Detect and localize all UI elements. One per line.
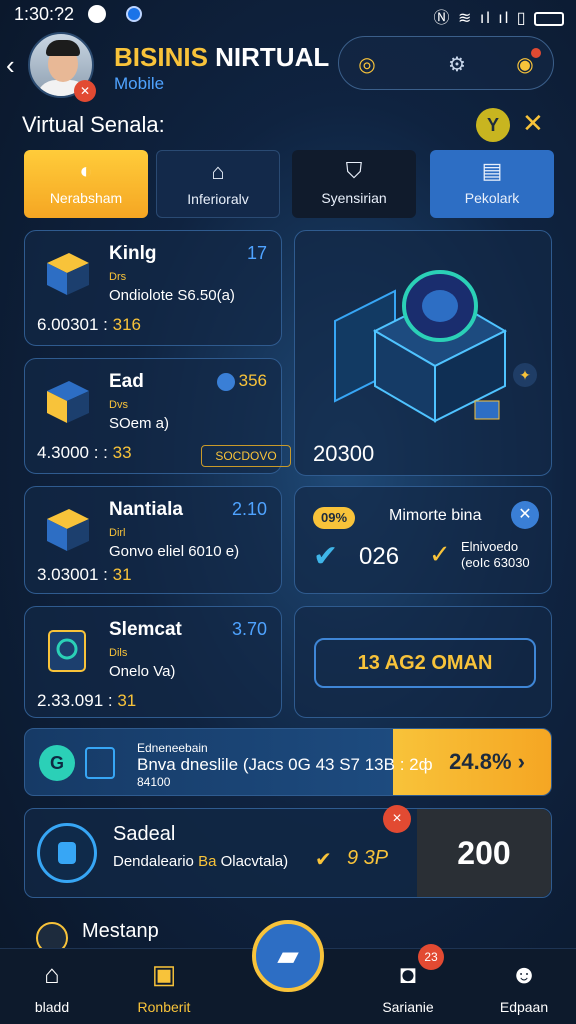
search-icon[interactable]: ◎ <box>347 44 387 84</box>
coin-icon <box>216 372 235 391</box>
wallet-icon: ▰ <box>277 940 299 971</box>
list-item[interactable]: Mestanp <box>82 920 159 943</box>
featured-card[interactable]: ✦ 20300 <box>294 230 552 476</box>
nav-home[interactable]: ⌂ bladd <box>2 959 102 1015</box>
action-button[interactable]: 13 AG2 OMAN <box>314 638 536 688</box>
status-detail: Elnivoedo (eoIc 63030 <box>461 539 530 570</box>
card-count: 17 <box>246 243 267 263</box>
avatar-badge-icon: ✕ <box>74 80 96 102</box>
card-value: 4.3000 : : 33 <box>37 443 132 462</box>
amount-panel: 200 <box>417 809 551 897</box>
summary-title: Sadeal <box>113 823 176 845</box>
card-tag: Dirl <box>109 527 126 539</box>
business-card-3[interactable]: Nantiala 2.10 Dirl Gonvo eliel 6010 e) 3… <box>24 486 282 594</box>
back-icon[interactable]: ‹ <box>6 50 15 81</box>
banner-text: Bnva dneslile (Jacs 0G 43 S7 13B : 2ф <box>137 755 433 774</box>
card-subtitle: SOem a) <box>109 415 170 432</box>
tab-nerabsham[interactable]: ◐ Nerabsham <box>24 150 148 218</box>
wrench-icon[interactable]: ✦ <box>513 363 537 387</box>
close-icon[interactable]: ✕ <box>511 501 539 529</box>
section-title: Virtual Senala: <box>22 112 165 137</box>
app-notification-icon <box>126 6 142 22</box>
card-count: 2.10 <box>231 499 267 519</box>
card-name: Slemcat <box>109 619 182 640</box>
home-icon: ⌂ <box>44 959 60 989</box>
card-name: Ead <box>109 371 144 392</box>
tab-syensirian[interactable]: ⛉ Syensirian <box>292 150 416 218</box>
check-icon: ✓ <box>429 539 451 569</box>
user-icon: ☻ <box>510 959 538 989</box>
shield-icon <box>37 823 97 883</box>
card-action-button[interactable]: SOCDOVO <box>201 445 291 467</box>
nav-badge: 23 <box>418 944 444 970</box>
banner-percent: 24.8% › <box>449 749 525 774</box>
notification-icon <box>88 5 106 23</box>
banner-subtext: 84100 <box>137 775 171 789</box>
notification-bell-icon[interactable]: ◉ <box>505 44 545 84</box>
summary-card[interactable]: Sadeal Dendaleario Ba Olacvtala) ✔ 9 3P … <box>24 805 552 898</box>
card-tag: Dvs <box>109 399 128 411</box>
tab-pekolark[interactable]: ▤ Pekolark <box>430 150 554 218</box>
featured-value: 20300 <box>313 441 375 466</box>
settings-icon[interactable]: ⚙ <box>437 44 477 84</box>
card-name: Kinlg <box>109 243 157 264</box>
business-card-2[interactable]: Ead 356 Dvs SOem a) 4.3000 : : 33 SOCDOV… <box>24 358 291 474</box>
card-value: 2.33.091 : 31 <box>37 691 137 710</box>
shop-icon: ▣ <box>151 959 177 989</box>
chat-icon: ▤ <box>481 158 503 183</box>
status-card[interactable]: 09% Mimorte bina ✕ ✔ 026 ✓ Elnivoedo (eoI… <box>294 486 552 594</box>
check-icon: ✔ <box>315 849 332 871</box>
nav-shop[interactable]: ▣ Ronberit <box>114 959 214 1015</box>
hand-coin-icon: ◐ <box>79 158 93 183</box>
status-title: Mimorte bina <box>389 507 482 524</box>
system-icons: Ⓝ ≋ ıl ıl ▯ <box>434 4 564 28</box>
status-bar: 1:30:?2 Ⓝ ≋ ıl ıl ▯ <box>0 0 576 30</box>
app-title: BISINIS NIRTUAL <box>114 42 330 72</box>
building-icon: ⌂ <box>211 159 225 184</box>
card-value: 6.00301 : 316 <box>37 315 141 334</box>
wallet-fab-button[interactable]: ▰ <box>252 920 324 992</box>
close-icon[interactable]: ✕ <box>522 108 544 139</box>
summary-description: Dendaleario Ba Olacvtala) <box>113 853 289 870</box>
business-card-1[interactable]: Kinlg 17 Drs Ondiolote S6.50(a) 6.00301 … <box>24 230 282 346</box>
nav-profile[interactable]: ☻ Edpaan <box>474 959 574 1015</box>
filter-icon[interactable]: Y <box>476 108 510 142</box>
cart-icon: ⛉ <box>345 158 363 183</box>
header-actions: ◎ ⚙ ◉ <box>338 36 554 90</box>
nav-bag[interactable]: ◘ Sarianie <box>358 959 458 1015</box>
isometric-server-illustration <box>334 270 508 423</box>
bag-icon: ◘ <box>400 959 416 989</box>
card-tag: Drs <box>109 271 127 283</box>
card-subtitle: Gonvo eliel 6010 e) <box>109 543 240 560</box>
status-value: 026 <box>359 543 400 570</box>
box-icon <box>47 381 89 423</box>
card-count: 356 <box>216 371 267 391</box>
tab-inferioralv[interactable]: ⌂ Inferioralv <box>156 150 280 218</box>
box-icon <box>47 509 89 551</box>
card-value: 3.03001 : 31 <box>37 565 132 584</box>
card-count: 3.70 <box>231 619 267 639</box>
summary-mark-value: 9 3P <box>347 847 389 869</box>
amount-value: 200 <box>457 835 511 871</box>
close-badge-icon[interactable]: × <box>383 805 411 833</box>
box-icon <box>47 253 89 295</box>
app-subtitle: Mobile <box>114 74 165 93</box>
refresh-icon: G <box>39 745 75 781</box>
battery-icon <box>534 11 564 26</box>
card-tag: Dils <box>109 647 128 659</box>
card-name: Nantiala <box>109 499 183 520</box>
wallet-icon <box>85 747 115 779</box>
chevron-logo-icon: ✔ <box>313 540 339 573</box>
business-card-4[interactable]: Slemcat 3.70 Dils Onelo Va) 2.33.091 : 3… <box>24 606 282 718</box>
percent-pill: 09% <box>313 507 356 529</box>
card-subtitle: Onelo Va) <box>109 663 176 680</box>
promo-banner[interactable]: G Edneneebain Bnva dneslile (Jacs 0G 43 … <box>24 728 552 796</box>
clock: 1:30:?2 <box>14 4 75 24</box>
banner-title: Edneneebain <box>137 741 208 755</box>
card-subtitle: Ondiolote S6.50(a) <box>109 287 235 304</box>
server-icon <box>48 630 86 672</box>
